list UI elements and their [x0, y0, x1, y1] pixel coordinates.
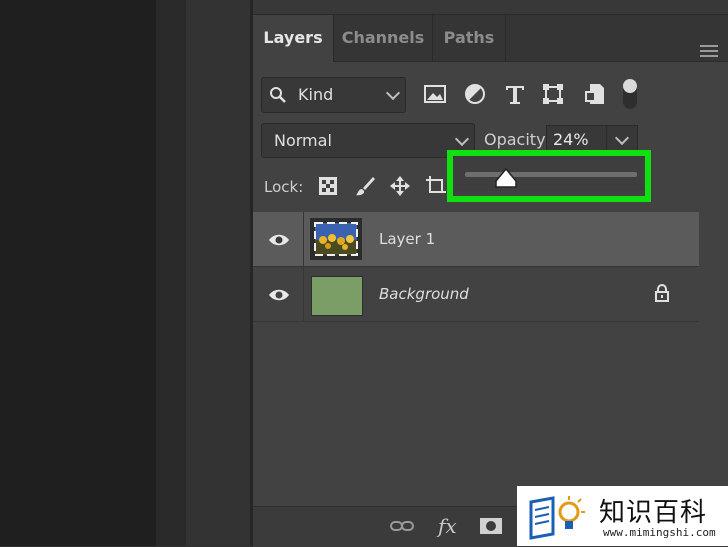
smart-object-filter-icon[interactable] [581, 81, 609, 107]
opacity-value[interactable]: 24% [553, 130, 589, 149]
layer-name[interactable]: Layer 1 [379, 230, 435, 248]
toggle-knob [623, 79, 637, 93]
layer-thumbnail-fill [311, 276, 363, 316]
document-canvas [0, 0, 156, 546]
eye-icon[interactable] [268, 233, 290, 247]
watermark-title: 知识百科 [599, 498, 708, 528]
blend-mode-select[interactable]: Normal [261, 123, 475, 158]
artboard-icon[interactable] [425, 175, 447, 197]
panel-tabs: Layers Channels Paths [253, 15, 728, 62]
blend-mode-value: Normal [274, 131, 332, 150]
brush-icon[interactable] [354, 175, 376, 197]
watermark-logo: 知识百科 www.mimingshi.com [517, 486, 728, 546]
panel-header-strip [253, 0, 728, 15]
search-icon [270, 87, 286, 103]
lock-label: Lock: [264, 178, 304, 196]
type-filter-icon[interactable] [501, 81, 529, 107]
tab-divider [505, 15, 506, 61]
tab-layers[interactable]: Layers [253, 15, 333, 62]
panel-menu-icon[interactable] [700, 45, 718, 57]
tab-channels[interactable]: Channels [334, 15, 432, 61]
canvas-scroll-strip [156, 0, 186, 546]
add-mask-icon[interactable] [479, 517, 503, 535]
layer-name[interactable]: Background [379, 285, 469, 303]
move-icon[interactable] [389, 175, 411, 197]
lock-transparent-pixels-icon[interactable] [317, 175, 339, 197]
kind-label: Kind [298, 85, 334, 104]
image-filter-icon[interactable] [421, 81, 449, 107]
layer-effects-button[interactable]: fx [438, 514, 457, 538]
visibility-column [253, 212, 304, 266]
shape-filter-icon[interactable] [539, 81, 567, 107]
eye-icon[interactable] [268, 288, 290, 302]
filter-toggle-switch[interactable] [623, 79, 637, 109]
layer-filter-kind-select[interactable]: Kind [261, 77, 406, 113]
book-lightbulb-icon [529, 496, 585, 540]
highlight-box [447, 150, 651, 202]
layer-thumbnail-photo [310, 218, 362, 260]
link-layers-icon[interactable] [390, 519, 414, 533]
opacity-label: Opacity: [484, 130, 550, 149]
panel-gutter [186, 0, 250, 546]
chevron-down-icon [385, 85, 401, 101]
watermark-url: www.mimingshi.com [603, 526, 716, 539]
layers-panel: Layers Channels Paths Kind Normal Opacit… [253, 0, 728, 547]
lock-icon [655, 284, 669, 302]
chevron-down-icon [614, 130, 630, 146]
chevron-down-icon [454, 131, 470, 147]
adjustment-filter-icon[interactable] [461, 81, 489, 107]
layer-row-layer-1[interactable]: Layer 1 [253, 212, 699, 267]
tab-paths[interactable]: Paths [433, 15, 505, 61]
layer-row-background[interactable]: Background [253, 267, 699, 322]
visibility-column [253, 267, 304, 321]
